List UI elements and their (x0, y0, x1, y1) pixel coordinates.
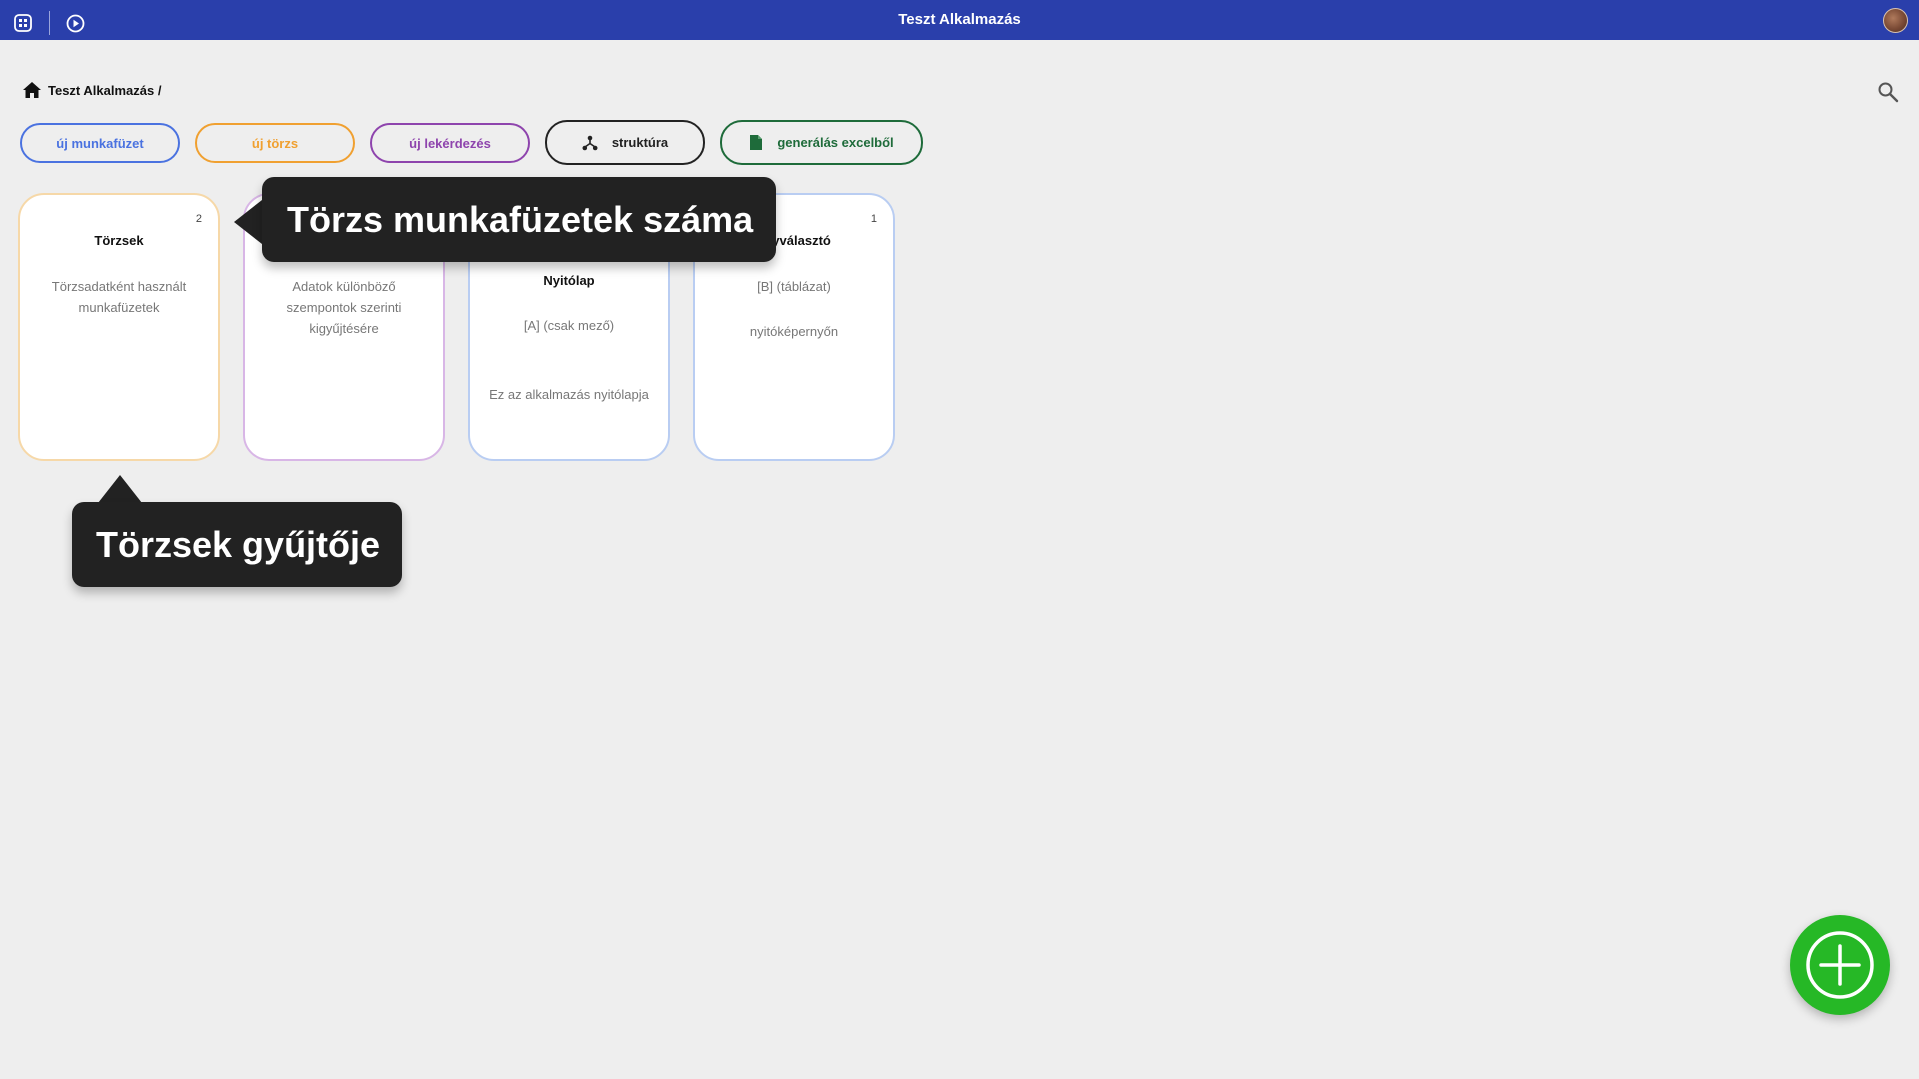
tooltip-collection: Törzsek gyűjtője (72, 502, 402, 587)
plus-circle-icon (1806, 931, 1874, 999)
card-master-collection[interactable]: 2 Törzsek Törzsadatként használt munkafü… (18, 193, 220, 461)
search-icon[interactable] (1877, 81, 1899, 103)
document-icon (749, 134, 763, 151)
home-icon[interactable] (22, 81, 42, 99)
card-count: 2 (195, 213, 202, 225)
card-count: 1 (870, 213, 877, 225)
breadcrumb: Teszt Alkalmazás / (22, 81, 161, 99)
tooltip-count: Törzs munkafüzetek száma (262, 177, 776, 262)
card-type: [A] (csak mező) (523, 318, 615, 333)
generate-from-excel-button[interactable]: generálás excelből (720, 120, 923, 165)
new-workbook-label: új munkafüzet (56, 135, 144, 151)
card-description: Adatok különböző szempontok szerinti kig… (286, 279, 402, 336)
tooltip-count-text: Törzs munkafüzetek száma (287, 198, 754, 240)
new-query-label: új lekérdezés (409, 135, 491, 151)
card-title: Törzsek (94, 233, 144, 248)
structure-button[interactable]: struktúra (545, 120, 705, 165)
add-fab-button[interactable] (1790, 915, 1890, 1015)
card-description: Törzsadatként használt munkafüzetek (51, 279, 187, 315)
new-workbook-button[interactable]: új munkafüzet (20, 123, 180, 163)
card-description: Ez az alkalmazás nyitólapja (489, 387, 649, 402)
user-avatar[interactable] (1883, 8, 1908, 33)
card-title: Nyitólap (543, 273, 595, 288)
card-description: nyitóképernyőn (749, 324, 839, 339)
new-master-button[interactable]: új törzs (195, 123, 355, 163)
tooltip-collection-text: Törzsek gyűjtője (96, 523, 381, 565)
new-query-button[interactable]: új lekérdezés (370, 123, 530, 163)
generate-from-excel-label: generálás excelből (777, 135, 894, 150)
tooltip-arrow (234, 200, 262, 244)
app-title: Teszt Alkalmazás (898, 11, 1021, 28)
top-bar: Teszt Alkalmazás (0, 0, 1919, 40)
structure-label: struktúra (611, 135, 669, 150)
tooltip-arrow (98, 475, 142, 503)
card-type: [B] (táblázat) (757, 279, 831, 294)
hierarchy-icon (582, 135, 598, 151)
new-master-label: új törzs (251, 135, 299, 151)
breadcrumb-app-link[interactable]: Teszt Alkalmazás / (48, 83, 161, 98)
